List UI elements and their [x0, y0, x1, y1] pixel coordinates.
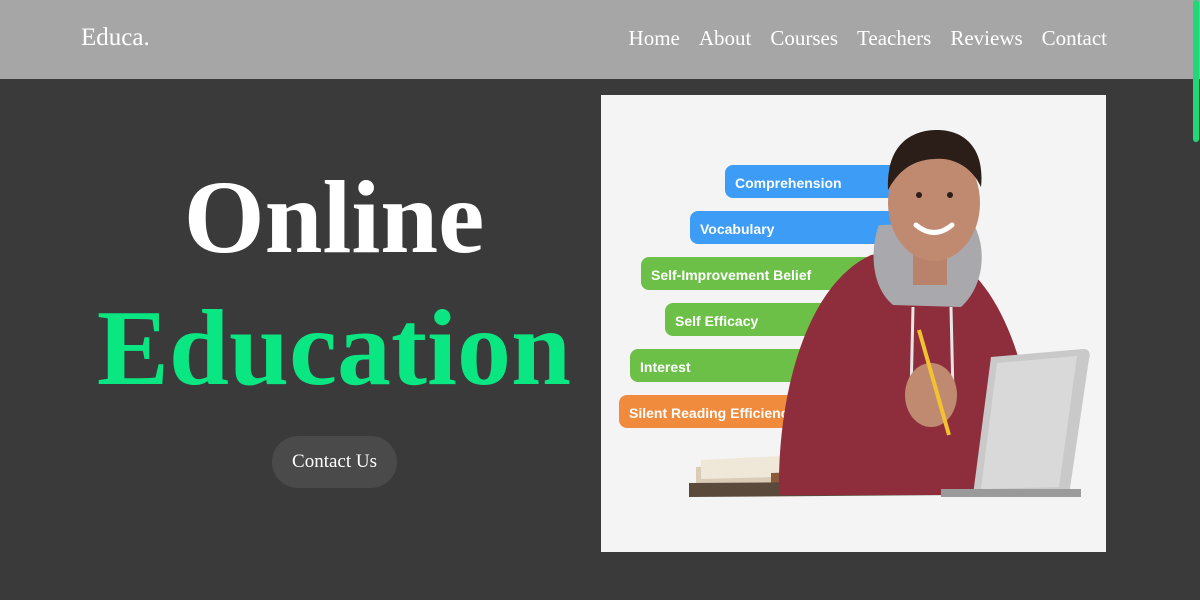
hero-title-line1: Online: [183, 160, 485, 275]
svg-text:Comprehension: Comprehension: [735, 175, 842, 191]
nav-link-home[interactable]: Home: [629, 24, 680, 52]
scrollbar[interactable]: [1192, 0, 1200, 600]
svg-text:Silent Reading Efficiency: Silent Reading Efficiency: [629, 405, 796, 421]
svg-text:Interest: Interest: [640, 359, 691, 375]
hero-image: Comprehension Vocabulary Self-Improvemen…: [601, 95, 1106, 552]
nav-menu: Home About Courses Teachers Reviews Cont…: [629, 24, 1107, 52]
svg-text:Self-Improvement Belief: Self-Improvement Belief: [651, 267, 812, 283]
student-illustration: Comprehension Vocabulary Self-Improvemen…: [619, 130, 1090, 497]
nav-link-courses[interactable]: Courses: [770, 24, 838, 52]
nav-link-reviews[interactable]: Reviews: [950, 24, 1022, 52]
scrollbar-thumb[interactable]: [1193, 0, 1199, 142]
nav-link-contact[interactable]: Contact: [1042, 24, 1107, 52]
contact-us-button[interactable]: Contact Us: [272, 436, 397, 488]
nav-link-teachers[interactable]: Teachers: [857, 24, 931, 52]
navbar: Educa. Home About Courses Teachers Revie…: [0, 0, 1200, 79]
hero-title-line2: Education: [96, 289, 572, 408]
logo[interactable]: Educa.: [81, 22, 150, 54]
svg-text:Self Efficacy: Self Efficacy: [675, 313, 758, 329]
svg-text:Vocabulary: Vocabulary: [700, 221, 775, 237]
nav-link-about[interactable]: About: [699, 24, 752, 52]
